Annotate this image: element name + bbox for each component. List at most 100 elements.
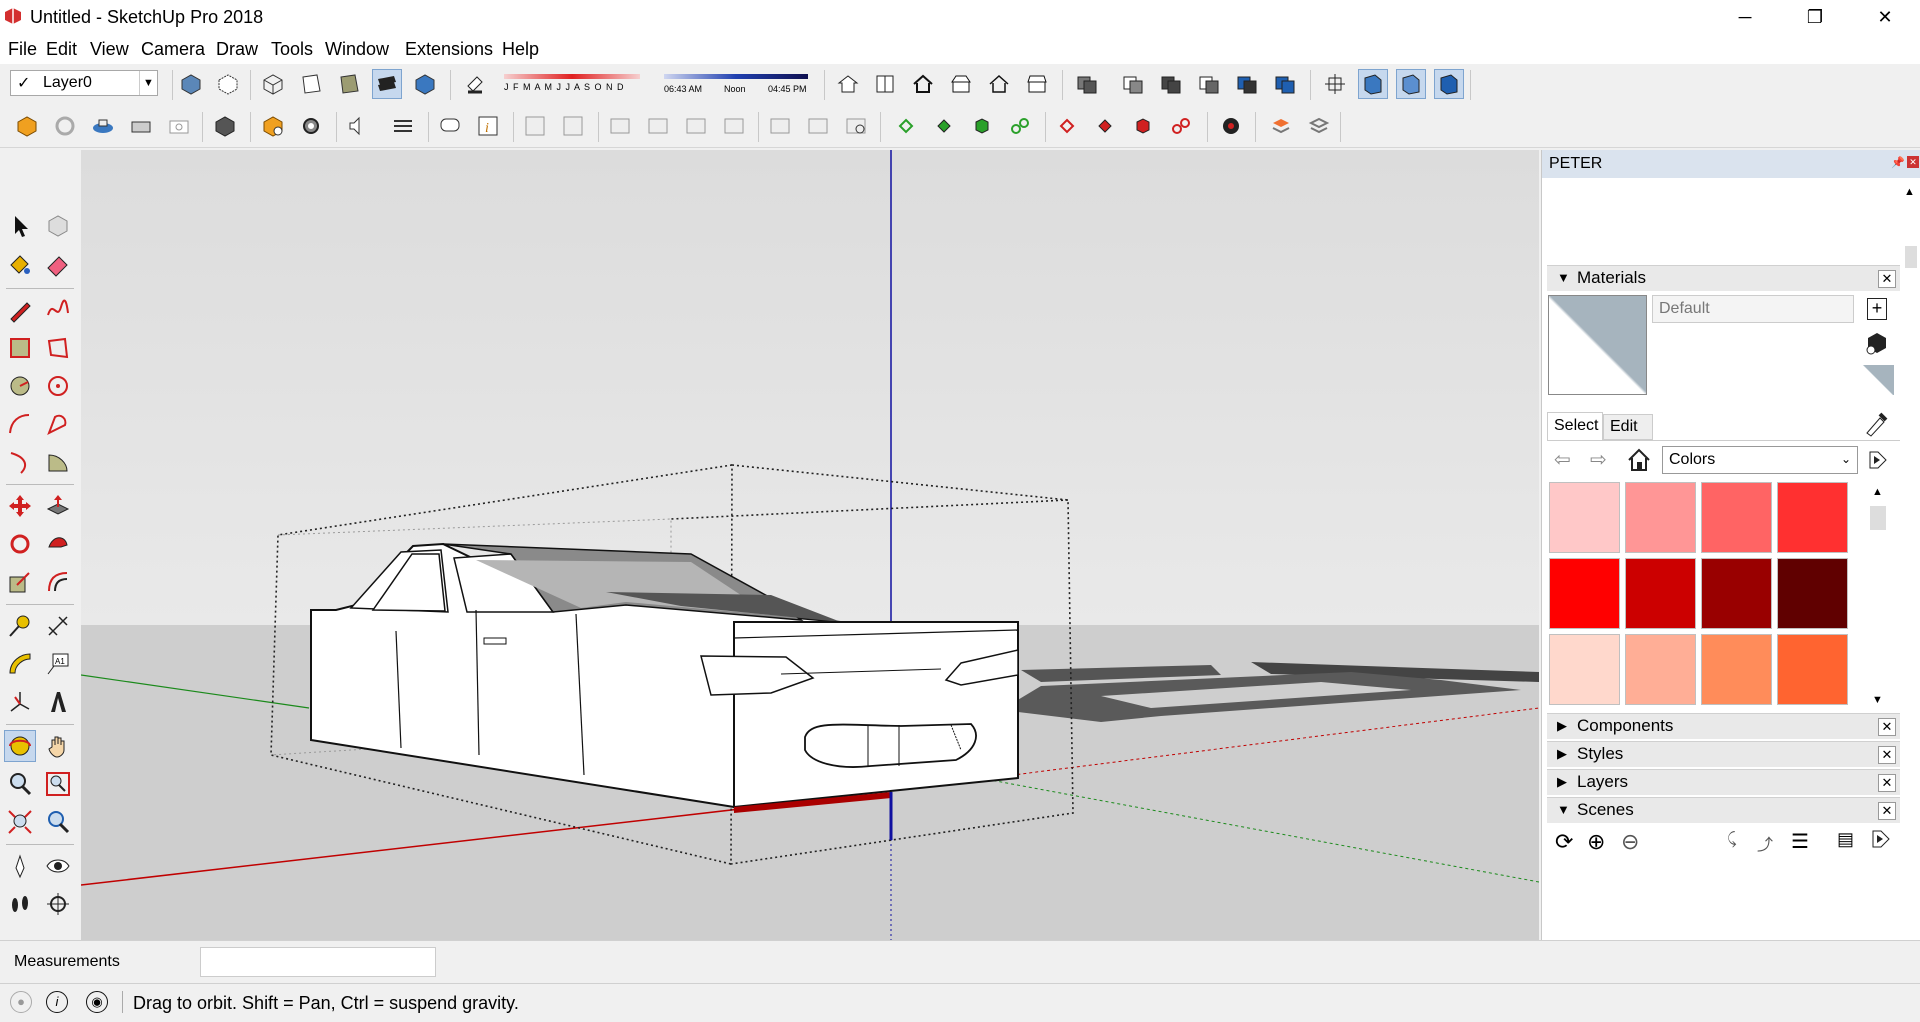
settings-sliders-icon[interactable] (388, 111, 418, 141)
sandbox-red-1-icon[interactable] (1052, 111, 1082, 141)
geolocation-icon[interactable]: ● (10, 991, 32, 1013)
layout-doc-6-icon[interactable] (719, 111, 749, 141)
move-icon[interactable] (4, 490, 36, 522)
paint-bucket-icon[interactable] (4, 248, 36, 280)
outer-shell-icon[interactable] (1072, 69, 1102, 99)
user-account-icon[interactable]: ◉ (86, 991, 108, 1013)
close-section-icon[interactable]: ✕ (1878, 802, 1896, 820)
color-swatch[interactable] (1701, 558, 1772, 629)
circle-icon[interactable] (4, 370, 36, 402)
split-icon[interactable] (1270, 69, 1300, 99)
message-icon[interactable] (435, 111, 465, 141)
move-scene-up-icon[interactable]: ⤴ (1757, 831, 1773, 855)
3d-text-icon[interactable] (42, 686, 74, 718)
remove-scene-icon[interactable]: ⊖ (1621, 829, 1639, 855)
sandbox-green-4-icon[interactable] (1005, 111, 1035, 141)
model-viewport[interactable] (81, 150, 1539, 940)
add-scene-icon[interactable]: ⊕ (1587, 829, 1605, 855)
dimension-icon[interactable] (42, 610, 74, 642)
rectangle-icon[interactable] (4, 332, 36, 364)
create-material-icon[interactable]: + (1867, 298, 1887, 320)
restore-button[interactable]: ❐ (1780, 0, 1850, 34)
close-section-icon[interactable]: ✕ (1878, 270, 1896, 288)
menu-edit[interactable]: Edit (46, 39, 77, 60)
rotated-rectangle-icon[interactable] (42, 332, 74, 364)
menu-file[interactable]: File (8, 39, 37, 60)
arc-icon[interactable] (4, 408, 36, 440)
subtract-icon[interactable] (1194, 69, 1224, 99)
add-location-icon[interactable] (88, 111, 118, 141)
two-point-arc-icon[interactable] (42, 408, 74, 440)
swatch-scrollbar[interactable]: ▲ ▼ (1868, 486, 1888, 712)
text-icon[interactable]: A1 (42, 648, 74, 680)
look-around-eye-icon[interactable] (42, 850, 74, 882)
close-tray-icon[interactable]: ✕ (1907, 156, 1919, 168)
wireframe-icon[interactable] (258, 69, 288, 99)
line-pencil-icon[interactable] (4, 294, 36, 326)
minimize-button[interactable]: ─ (1710, 0, 1780, 34)
sandbox-green-2-icon[interactable] (929, 111, 959, 141)
camera-icon[interactable] (164, 111, 194, 141)
top-view-icon[interactable] (870, 69, 900, 99)
menu-draw[interactable]: Draw (216, 39, 258, 60)
previous-view-icon[interactable] (42, 806, 74, 838)
sample-paint-eyedropper-icon[interactable] (1862, 408, 1890, 438)
eraser-icon[interactable] (42, 248, 74, 280)
scroll-thumb[interactable] (1905, 246, 1917, 268)
left-view-icon[interactable] (1022, 69, 1052, 99)
intersect-icon[interactable] (1118, 69, 1148, 99)
details-arrow-icon[interactable] (1866, 448, 1890, 472)
position-camera-icon[interactable] (4, 850, 36, 882)
swatch-scroll-thumb[interactable] (1870, 506, 1886, 530)
front-view-icon[interactable] (908, 69, 938, 99)
styles-header[interactable]: ▶ Styles ✕ (1547, 741, 1900, 767)
extension-manager-icon[interactable] (296, 111, 326, 141)
refresh-icon[interactable] (50, 111, 80, 141)
color-swatch[interactable] (1625, 558, 1696, 629)
color-swatch[interactable] (1625, 634, 1696, 705)
layers-header[interactable]: ▶ Layers ✕ (1547, 769, 1900, 795)
scenes-header[interactable]: ▼ Scenes ✕ (1547, 797, 1900, 823)
rotate-icon[interactable] (4, 528, 36, 560)
photo-texture-icon[interactable] (126, 111, 156, 141)
scale-icon[interactable] (4, 566, 36, 598)
sandbox-green-3-icon[interactable] (967, 111, 997, 141)
paint-material-icon[interactable] (1865, 330, 1889, 356)
show-hide-thumbnails-icon[interactable]: ▤ (1837, 829, 1854, 850)
tab-edit[interactable]: Edit (1603, 414, 1653, 440)
offset-icon[interactable] (42, 566, 74, 598)
color-swatch[interactable] (1701, 482, 1772, 553)
view-options-icon[interactable]: ☰ (1791, 829, 1809, 854)
back-arrow-icon[interactable]: ⇦ (1554, 447, 1571, 472)
shaded-icon[interactable] (334, 69, 364, 99)
right-view-icon[interactable] (946, 69, 976, 99)
sample-material-icon[interactable] (1862, 365, 1894, 395)
menu-camera[interactable]: Camera (141, 39, 205, 60)
display-section-fill-icon[interactable] (1434, 69, 1464, 99)
scene-details-icon[interactable] (1869, 827, 1893, 851)
display-section-cuts-icon[interactable] (1396, 69, 1426, 99)
components-header[interactable]: ▶ Components ✕ (1547, 713, 1900, 739)
library-dropdown[interactable]: Colors ⌄ (1662, 446, 1858, 474)
polygon-icon[interactable] (42, 370, 74, 402)
freehand-icon[interactable] (42, 294, 74, 326)
material-name-field[interactable]: Default (1652, 295, 1854, 323)
sandbox-red-4-icon[interactable] (1166, 111, 1196, 141)
move-scene-down-icon[interactable]: ⤹ (1727, 831, 1737, 849)
layout-doc-7-icon[interactable] (765, 111, 795, 141)
orbit-icon[interactable] (4, 730, 36, 762)
pie-icon[interactable] (42, 446, 74, 478)
close-section-icon[interactable]: ✕ (1878, 746, 1896, 764)
xray-icon[interactable] (176, 69, 206, 99)
menu-view[interactable]: View (90, 39, 129, 60)
materials-header[interactable]: ▼ Materials ✕ (1547, 265, 1900, 291)
tape-measure-icon[interactable] (4, 610, 36, 642)
hidden-line-icon[interactable] (296, 69, 326, 99)
iso-view-icon[interactable] (833, 69, 863, 99)
union-icon[interactable] (1156, 69, 1186, 99)
share-model-icon[interactable] (210, 111, 240, 141)
layer-dropdown[interactable]: ✓ Layer0 ▼ (10, 70, 158, 96)
back-edges-icon[interactable] (213, 69, 243, 99)
update-scene-icon[interactable]: ⟳ (1555, 829, 1573, 855)
sound-icon[interactable] (343, 111, 373, 141)
